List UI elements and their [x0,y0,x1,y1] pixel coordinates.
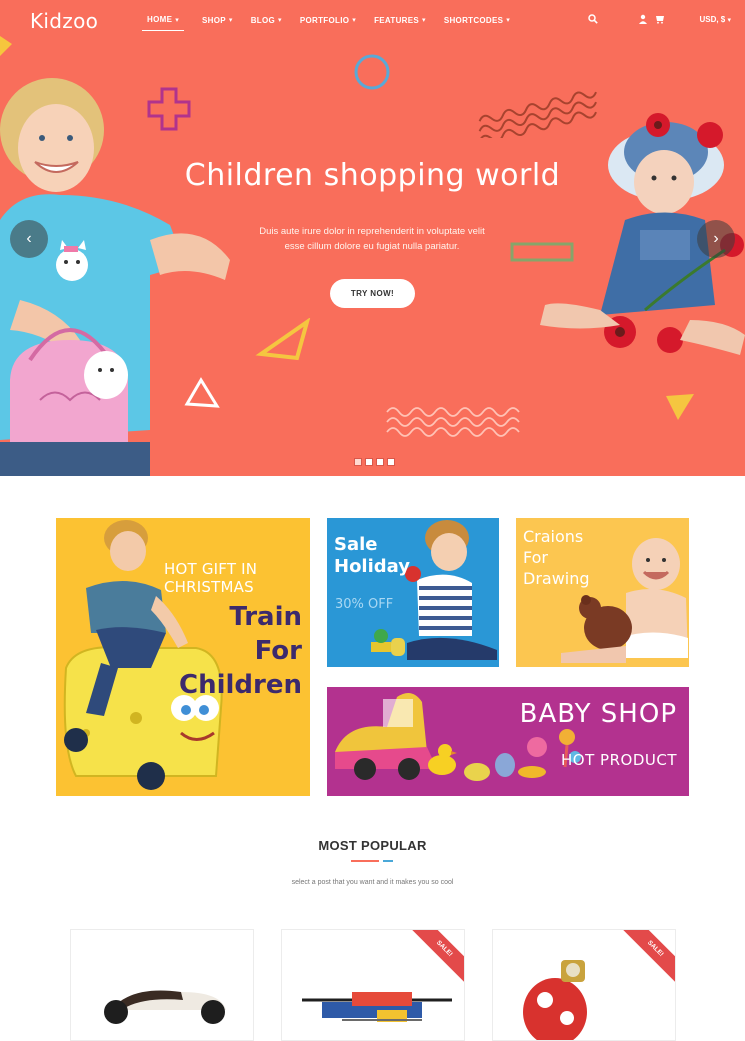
cart-icon[interactable] [655,14,665,24]
chevron-left-icon: ‹ [26,230,32,247]
site-logo[interactable]: Kidzoo [30,9,98,33]
chevron-down-icon: ▾ [422,17,426,24]
title-divider-red [351,860,379,862]
triangle-shape-icon [666,394,694,420]
banner-train-title: Train For Children [179,600,302,702]
chevron-down-icon: ▾ [352,17,357,24]
nav-item-portfolio[interactable]: PORTFOLIO ▾ [300,15,356,31]
banner-train-line1: Train [229,602,302,632]
slider-dots [354,458,395,466]
banner-crayon-line2: For [523,548,548,567]
banner-train-tag: HOT GIFT IN CHRISTMAS [164,560,258,596]
chevron-down-icon: ▾ [278,17,282,24]
chevron-down-icon: ▾ [506,17,511,24]
nav-item-label: SHORTCODES [443,15,504,25]
wave-lines-icon [386,407,520,437]
nav-item-label: HOME [147,15,173,24]
banner-train-line3: Children [179,670,302,700]
title-divider-blue [383,860,393,862]
circle-shape-icon [354,54,390,90]
banner-sale-offer: 30% OFF [335,597,394,612]
try-now-button[interactable]: TRY NOW! [330,279,415,308]
site-header: Kidzoo HOME ▾ SHOP ▾ BLOG ▾ PORTFOLIO ▾ … [0,0,745,44]
chevron-down-icon: ▾ [175,16,180,24]
banner-sale-title: Sale Holiday [334,534,410,578]
banner-crayon-line3: Drawing [523,569,590,588]
chevron-down-icon: ▾ [228,17,233,24]
nav-item-shortcodes[interactable]: SHORTCODES ▾ [444,15,510,31]
slider-dot[interactable] [376,458,384,466]
hero-title: Children shopping world [184,158,561,193]
nav-item-label: SHOP [202,15,226,25]
product-card[interactable]: SALE! [281,929,465,1041]
banner-crayon-title: Craions For Drawing [523,526,590,589]
section-subtitle: select a post that you want and it makes… [291,879,454,886]
nav-item-label: PORTFOLIO [299,15,350,25]
banner-baby-title: BABY SHOP [519,699,677,729]
banner-train-for-children[interactable]: HOT GIFT IN CHRISTMAS Train For Children [56,518,310,796]
section-title-most-popular: MOST POPULAR [318,838,427,853]
slider-prev-button[interactable]: ‹ [10,220,48,258]
hero-subtitle: Duis aute irure dolor in reprehenderit i… [259,226,485,252]
banner-sale-line1: Sale [334,534,378,555]
banner-train-line2: For [254,636,302,666]
triangle-shape-icon [0,36,12,56]
header-tools: USD, $ ▾ [588,14,731,24]
slider-next-button[interactable]: › [697,220,735,258]
nav-item-label: FEATURES [374,15,419,25]
banner-crayons-for-drawing[interactable]: Craions For Drawing [516,518,689,667]
slider-dot[interactable] [365,458,373,466]
banner-sale-holiday[interactable]: Sale Holiday 30% OFF [327,518,499,667]
nav-item-home[interactable]: HOME ▾ [142,15,185,31]
banner-baby-subtitle: HOT PRODUCT [561,751,677,769]
search-icon[interactable] [588,14,599,24]
nav-item-shop[interactable]: SHOP ▾ [202,15,233,31]
chevron-right-icon: › [713,230,719,247]
chevron-down-icon: ▾ [727,16,731,24]
slider-dot[interactable] [354,458,362,466]
currency-label: USD, $ [699,14,726,24]
hero-slider: Kidzoo HOME ▾ SHOP ▾ BLOG ▾ PORTFOLIO ▾ … [0,0,745,476]
product-card[interactable]: SALE! [492,929,676,1041]
product-card[interactable] [70,929,254,1041]
user-icon[interactable] [638,14,648,24]
banner-sale-line2: Holiday [334,556,410,577]
banner-baby-shop[interactable]: BABY SHOP HOT PRODUCT [327,687,689,796]
banner-crayon-line1: Craions [523,527,584,546]
nav-item-blog[interactable]: BLOG ▾ [251,15,282,31]
nav-item-label: BLOG [250,15,276,25]
nav-item-features[interactable]: FEATURES ▾ [374,15,426,31]
main-nav: HOME ▾ SHOP ▾ BLOG ▾ PORTFOLIO ▾ FEATURE… [142,15,528,31]
triangle-outline-icon [255,318,311,361]
slider-dot[interactable] [387,458,395,466]
currency-selector[interactable]: USD, $ ▾ [699,15,731,24]
girl-with-bag-image [0,78,230,476]
